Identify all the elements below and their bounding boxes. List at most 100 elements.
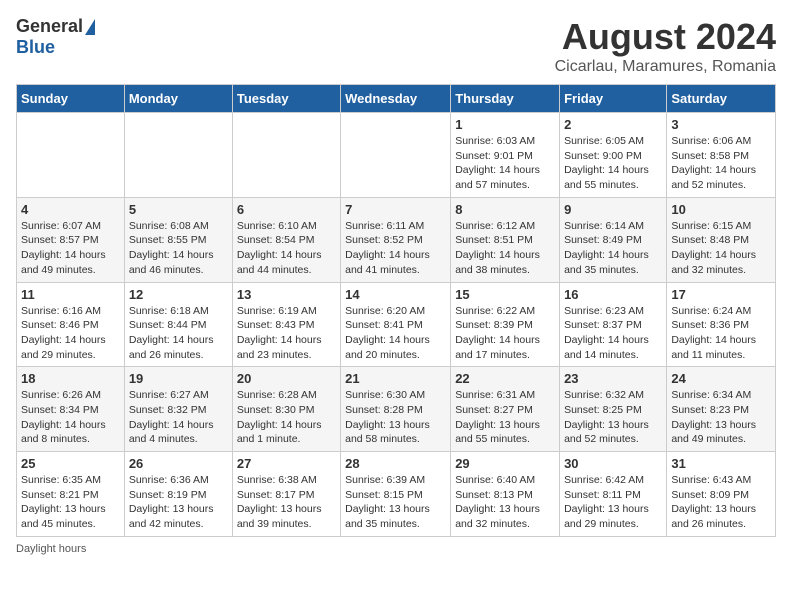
day-number: 19 <box>129 371 228 386</box>
calendar-cell-23: 20 Sunrise: 6:28 AM Sunset: 8:30 PM Dayli… <box>232 367 340 452</box>
day-number: 27 <box>237 456 336 471</box>
calendar-cell-22: 19Sunrise: 6:27 AM Sunset: 8:32 PM Dayli… <box>124 367 232 452</box>
cell-content: Sunrise: 6:26 AM Sunset: 8:34 PM Dayligh… <box>21 388 120 447</box>
day-number: 7 <box>345 202 446 217</box>
day-number: 21 <box>345 371 446 386</box>
day-number: 18 <box>21 371 120 386</box>
cell-content: Sunrise: 6:08 AM Sunset: 8:55 PM Dayligh… <box>129 219 228 278</box>
cell-content: Sunrise: 6:11 AM Sunset: 8:52 PM Dayligh… <box>345 219 446 278</box>
day-number: 13 <box>237 287 336 302</box>
calendar-cell-32: 29 Sunrise: 6:40 AM Sunset: 8:13 PM Dayli… <box>451 452 560 537</box>
calendar-cell-13: 10 Sunrise: 6:15 AM Sunset: 8:48 PM Dayli… <box>667 197 776 282</box>
calendar-header-row: SundayMondayTuesdayWednesdayThursdayFrid… <box>17 85 776 113</box>
calendar-header-friday: Friday <box>560 85 667 113</box>
calendar-header-sunday: Sunday <box>17 85 125 113</box>
calendar-header-saturday: Saturday <box>667 85 776 113</box>
calendar-cell-29: 26 Sunrise: 6:36 AM Sunset: 8:19 PM Dayli… <box>124 452 232 537</box>
calendar-cell-5: 2 Sunrise: 6:05 AM Sunset: 9:00 PM Daylig… <box>560 113 667 198</box>
day-number: 29 <box>455 456 555 471</box>
calendar-cell-6: 3 Sunrise: 6:06 AM Sunset: 8:58 PM Daylig… <box>667 113 776 198</box>
calendar-header-thursday: Thursday <box>451 85 560 113</box>
cell-content: Sunrise: 6:20 AM Sunset: 8:41 PM Dayligh… <box>345 304 446 363</box>
logo-icon <box>85 19 95 35</box>
cell-content: Sunrise: 6:05 AM Sunset: 9:00 PM Dayligh… <box>564 134 662 193</box>
calendar-cell-1 <box>124 113 232 198</box>
day-number: 10 <box>671 202 771 217</box>
day-number: 1 <box>455 117 555 132</box>
cell-content: Sunrise: 6:38 AM Sunset: 8:17 PM Dayligh… <box>237 473 336 532</box>
cell-content: Sunrise: 6:12 AM Sunset: 8:51 PM Dayligh… <box>455 219 555 278</box>
cell-content: Sunrise: 6:42 AM Sunset: 8:11 PM Dayligh… <box>564 473 662 532</box>
day-number: 5 <box>129 202 228 217</box>
cell-content: Sunrise: 6:18 AM Sunset: 8:44 PM Dayligh… <box>129 304 228 363</box>
day-number: 20 <box>237 371 336 386</box>
main-title: August 2024 <box>555 16 776 58</box>
calendar-cell-18: 15Sunrise: 6:22 AM Sunset: 8:39 PM Dayli… <box>451 282 560 367</box>
calendar-cell-17: 14 Sunrise: 6:20 AM Sunset: 8:41 PM Dayli… <box>341 282 451 367</box>
calendar-cell-16: 13 Sunrise: 6:19 AM Sunset: 8:43 PM Dayli… <box>232 282 340 367</box>
calendar-cell-2 <box>232 113 340 198</box>
day-number: 2 <box>564 117 662 132</box>
logo-blue: Blue <box>16 37 55 58</box>
calendar-cell-26: 23 Sunrise: 6:32 AM Sunset: 8:25 PM Dayli… <box>560 367 667 452</box>
day-number: 30 <box>564 456 662 471</box>
calendar-cell-19: 16 Sunrise: 6:23 AM Sunset: 8:37 PM Dayli… <box>560 282 667 367</box>
calendar-header-tuesday: Tuesday <box>232 85 340 113</box>
calendar-cell-9: 6Sunrise: 6:10 AM Sunset: 8:54 PM Daylig… <box>232 197 340 282</box>
page-header: General Blue August 2024 Cicarlau, Maram… <box>16 16 776 76</box>
cell-content: Sunrise: 6:19 AM Sunset: 8:43 PM Dayligh… <box>237 304 336 363</box>
cell-content: Sunrise: 6:03 AM Sunset: 9:01 PM Dayligh… <box>455 134 555 193</box>
day-number: 15 <box>455 287 555 302</box>
calendar-cell-30: 27 Sunrise: 6:38 AM Sunset: 8:17 PM Dayli… <box>232 452 340 537</box>
cell-content: Sunrise: 6:39 AM Sunset: 8:15 PM Dayligh… <box>345 473 446 532</box>
cell-content: Sunrise: 6:23 AM Sunset: 8:37 PM Dayligh… <box>564 304 662 363</box>
cell-content: Sunrise: 6:36 AM Sunset: 8:19 PM Dayligh… <box>129 473 228 532</box>
calendar-cell-7: 4Sunrise: 6:07 AM Sunset: 8:57 PM Daylig… <box>17 197 125 282</box>
calendar-cell-15: 12 Sunrise: 6:18 AM Sunset: 8:44 PM Dayli… <box>124 282 232 367</box>
day-number: 12 <box>129 287 228 302</box>
calendar-cell-10: 7 Sunrise: 6:11 AM Sunset: 8:52 PM Daylig… <box>341 197 451 282</box>
calendar-cell-14: 11Sunrise: 6:16 AM Sunset: 8:46 PM Dayli… <box>17 282 125 367</box>
calendar-cell-12: 9Sunrise: 6:14 AM Sunset: 8:49 PM Daylig… <box>560 197 667 282</box>
calendar-table: SundayMondayTuesdayWednesdayThursdayFrid… <box>16 84 776 537</box>
day-number: 23 <box>564 371 662 386</box>
calendar-header-monday: Monday <box>124 85 232 113</box>
cell-content: Sunrise: 6:34 AM Sunset: 8:23 PM Dayligh… <box>671 388 771 447</box>
cell-content: Sunrise: 6:16 AM Sunset: 8:46 PM Dayligh… <box>21 304 120 363</box>
calendar-cell-8: 5 Sunrise: 6:08 AM Sunset: 8:55 PM Daylig… <box>124 197 232 282</box>
calendar-cell-27: 24Sunrise: 6:34 AM Sunset: 8:23 PM Dayli… <box>667 367 776 452</box>
calendar-cell-0 <box>17 113 125 198</box>
subtitle: Cicarlau, Maramures, Romania <box>555 58 776 76</box>
calendar-cell-28: 25Sunrise: 6:35 AM Sunset: 8:21 PM Dayli… <box>17 452 125 537</box>
cell-content: Sunrise: 6:28 AM Sunset: 8:30 PM Dayligh… <box>237 388 336 447</box>
day-number: 26 <box>129 456 228 471</box>
title-section: August 2024 Cicarlau, Maramures, Romania <box>555 16 776 76</box>
day-number: 14 <box>345 287 446 302</box>
day-number: 3 <box>671 117 771 132</box>
calendar-week-0: 1 Sunrise: 6:03 AM Sunset: 9:01 PM Daylig… <box>17 113 776 198</box>
day-number: 28 <box>345 456 446 471</box>
calendar-cell-34: 31 Sunrise: 6:43 AM Sunset: 8:09 PM Dayli… <box>667 452 776 537</box>
day-number: 9 <box>564 202 662 217</box>
cell-content: Sunrise: 6:35 AM Sunset: 8:21 PM Dayligh… <box>21 473 120 532</box>
calendar-cell-11: 8Sunrise: 6:12 AM Sunset: 8:51 PM Daylig… <box>451 197 560 282</box>
footer-note: Daylight hours <box>16 543 776 555</box>
calendar-header-wednesday: Wednesday <box>341 85 451 113</box>
calendar-cell-20: 17 Sunrise: 6:24 AM Sunset: 8:36 PM Dayli… <box>667 282 776 367</box>
cell-content: Sunrise: 6:15 AM Sunset: 8:48 PM Dayligh… <box>671 219 771 278</box>
day-number: 31 <box>671 456 771 471</box>
cell-content: Sunrise: 6:43 AM Sunset: 8:09 PM Dayligh… <box>671 473 771 532</box>
calendar-cell-21: 18 Sunrise: 6:26 AM Sunset: 8:34 PM Dayli… <box>17 367 125 452</box>
cell-content: Sunrise: 6:32 AM Sunset: 8:25 PM Dayligh… <box>564 388 662 447</box>
logo: General Blue <box>16 16 95 58</box>
calendar-week-4: 25Sunrise: 6:35 AM Sunset: 8:21 PM Dayli… <box>17 452 776 537</box>
cell-content: Sunrise: 6:06 AM Sunset: 8:58 PM Dayligh… <box>671 134 771 193</box>
day-number: 16 <box>564 287 662 302</box>
cell-content: Sunrise: 6:24 AM Sunset: 8:36 PM Dayligh… <box>671 304 771 363</box>
day-number: 17 <box>671 287 771 302</box>
calendar-cell-4: 1 Sunrise: 6:03 AM Sunset: 9:01 PM Daylig… <box>451 113 560 198</box>
calendar-week-2: 11Sunrise: 6:16 AM Sunset: 8:46 PM Dayli… <box>17 282 776 367</box>
cell-content: Sunrise: 6:40 AM Sunset: 8:13 PM Dayligh… <box>455 473 555 532</box>
logo-general: General <box>16 16 83 37</box>
calendar-week-1: 4Sunrise: 6:07 AM Sunset: 8:57 PM Daylig… <box>17 197 776 282</box>
